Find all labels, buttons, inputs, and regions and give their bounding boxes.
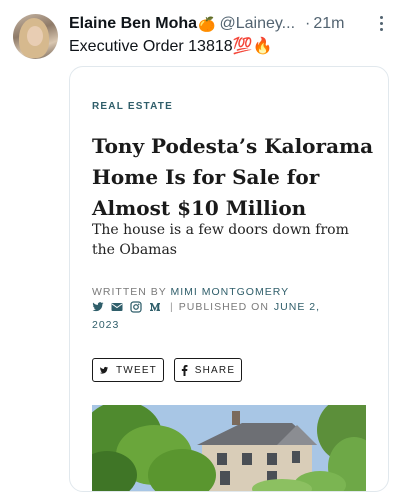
- medium-icon[interactable]: [149, 301, 161, 313]
- written-by-label: WRITTEN BY: [92, 286, 167, 298]
- link-card[interactable]: REAL ESTATE Tony Podesta’s Kalorama Home…: [69, 66, 389, 492]
- twitter-icon: [99, 366, 109, 374]
- house-photo: [92, 405, 366, 491]
- twitter-icon[interactable]: [92, 301, 104, 313]
- article-image[interactable]: [92, 405, 366, 491]
- more-icon[interactable]: [373, 14, 389, 32]
- author-link[interactable]: MIMI MONTGOMERY: [170, 286, 289, 298]
- share-button[interactable]: SHARE: [174, 358, 242, 382]
- tweet-button-label: TWEET: [116, 364, 157, 376]
- user-handle[interactable]: @Lainey...: [219, 15, 295, 33]
- article-headline[interactable]: Tony Podesta’s Kalorama Home Is for Sale…: [92, 131, 382, 224]
- instagram-icon[interactable]: [130, 301, 142, 313]
- published-date: JUNE 2,: [273, 301, 321, 313]
- tweet-header: Elaine Ben Moha 🍊 @Lainey... · 21m: [69, 13, 389, 35]
- tweet-button[interactable]: TWEET: [92, 358, 164, 382]
- separator-dot: ·: [305, 15, 311, 32]
- meta-row: | PUBLISHED ON JUNE 2,: [92, 301, 372, 313]
- byline: WRITTEN BY MIMI MONTGOMERY: [92, 286, 289, 298]
- orange-emoji: 🍊: [198, 15, 216, 32]
- meta-separator: |: [170, 301, 174, 313]
- email-icon[interactable]: [111, 301, 123, 313]
- timestamp[interactable]: 21m: [313, 15, 344, 33]
- article-category[interactable]: REAL ESTATE: [92, 101, 173, 112]
- published-on-label: PUBLISHED ON: [178, 301, 269, 313]
- tweet-text: Executive Order 13818💯🔥: [69, 36, 273, 56]
- share-button-label: SHARE: [194, 364, 236, 376]
- tweet-text-body: Executive Order 13818: [69, 38, 233, 55]
- facebook-icon: [181, 364, 188, 376]
- avatar-face: [27, 26, 43, 46]
- published-year: 2023: [92, 319, 120, 331]
- article-dek: The house is a few doors down from the O…: [92, 222, 349, 258]
- avatar[interactable]: [13, 14, 58, 59]
- tweet-text-emojis: 💯🔥: [232, 38, 273, 55]
- tweet[interactable]: Elaine Ben Moha 🍊 @Lainey... · 21m Execu…: [0, 0, 401, 500]
- display-name[interactable]: Elaine Ben Moha: [69, 15, 197, 33]
